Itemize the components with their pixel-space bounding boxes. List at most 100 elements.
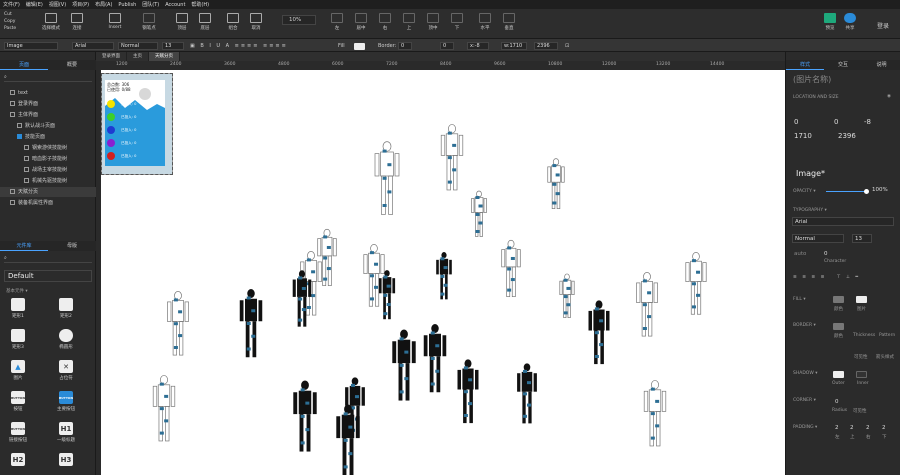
border-input[interactable]: 0 [398,42,412,50]
char-spacing-value[interactable]: 0 [824,251,828,257]
w-input[interactable]: w:1710 [501,42,527,50]
text-align-buttons[interactable]: ≡ ≡ ≡ ≡ ⊤ ⊥ ═ [793,275,860,280]
font-weight-select[interactable]: Normal [118,42,158,50]
select-mode-button[interactable]: 选择模式 [40,13,62,31]
preview-button[interactable]: 预览 [819,13,841,31]
section-header[interactable]: 基本元件 ▾ [6,288,28,294]
text-style-buttons[interactable]: ▣ B I U A ≡≡≡≡ ≡≡≡≡ [190,43,288,49]
share-button[interactable]: 共享 [839,13,861,31]
padding-bottom[interactable]: 2 [882,425,886,431]
widget-item[interactable]: 矩形1 [8,298,28,319]
page-item[interactable]: 战场主宰技能树 [0,165,96,175]
widget-item[interactable]: 矩形2 [56,298,76,319]
font-family-field[interactable]: Arial [792,217,894,226]
menu-item-5[interactable]: Publish [118,2,136,8]
font-family-select[interactable]: Arial [72,42,114,50]
bring-top-button[interactable]: 顶层 [171,13,193,31]
send-bottom-button[interactable]: 底层 [194,13,216,31]
widget-item[interactable]: BUTTON 链接按钮 [8,422,28,443]
lock-icon[interactable]: ⊡ [565,43,569,49]
fill-color-swatch[interactable] [833,296,844,303]
menu-item-1[interactable]: 编辑(E) [26,1,43,8]
widget-item[interactable]: 椭圆形 [56,329,76,350]
height-value[interactable]: 2396 [838,132,856,140]
widget-item[interactable]: 矩形3 [8,329,28,350]
widget-item[interactable]: ▲ 图片 [8,360,28,381]
zoom-select[interactable]: 10% [282,15,316,25]
ungroup-button[interactable]: 取消 [245,13,267,31]
tab-outline[interactable]: 概要 [48,60,96,70]
opacity-value[interactable]: 100% [872,187,888,193]
menu-item-4[interactable]: 布局(A) [95,1,112,8]
h-input[interactable]: 2396 [534,42,558,50]
connect-button[interactable]: 连接 [66,13,88,31]
element-type-select[interactable]: Image [4,42,58,50]
widget-item[interactable]: H3 [56,453,76,468]
page-item[interactable]: 机械先驱技能树 [0,176,96,186]
fill-image-swatch[interactable] [856,296,867,303]
x-input[interactable]: x:-8 [467,42,489,50]
widget-item[interactable]: H1 一级标题 [56,422,76,443]
page-item[interactable]: 技能页面 [0,132,96,142]
x-value[interactable]: 0 [794,118,798,126]
menu-item-6[interactable]: 团队(T) [142,1,159,8]
width-value[interactable]: 1710 [794,132,812,140]
login-link[interactable]: 登录 [877,21,889,30]
doc-tab-login[interactable]: 登录界面 [96,52,127,61]
opacity-handle[interactable] [864,189,869,194]
font-weight-field[interactable]: Normal [792,234,844,243]
corner-radius-value[interactable]: 0 [835,399,839,405]
distribute-h-button[interactable]: 水平 [474,13,496,31]
rotation-value[interactable]: -8 [864,118,871,126]
opacity-slider[interactable] [826,191,866,192]
menu-item-8[interactable]: 帮助(H) [191,1,209,8]
align-top-button[interactable]: 上 [398,13,420,31]
padding-right[interactable]: 2 [866,425,870,431]
font-size-field[interactable]: 13 [852,234,872,243]
tab-pages[interactable]: 页面 [0,60,48,70]
copy-button[interactable]: Copy [4,18,16,25]
library-select[interactable]: Default [4,270,92,282]
widget-item[interactable]: BUTTON 主要按钮 [56,391,76,412]
line-height-value[interactable]: auto [794,251,806,257]
padding-top[interactable]: 2 [850,425,854,431]
widget-item[interactable]: H2 [8,453,28,468]
tab-interactions[interactable]: 交互 [824,60,862,70]
eye-icon[interactable]: ◉ [887,94,891,99]
menu-item-3[interactable]: 项目(P) [72,1,89,8]
page-item[interactable]: 天赋分页 [0,187,96,197]
shadow-inner-swatch[interactable] [856,371,867,378]
group-button[interactable]: 组合 [222,13,244,31]
doc-tab-home[interactable]: 主页 [127,52,149,61]
align-right-button[interactable]: 右 [374,13,396,31]
library-search[interactable]: ⌕ [4,255,92,263]
paste-button[interactable]: Paste [4,25,16,32]
doc-tab-talent[interactable]: 天赋分页 [149,52,180,61]
insert-button[interactable]: Insert [104,13,126,30]
distribute-v-button[interactable]: 垂直 [498,13,520,31]
align-bottom-button[interactable]: 下 [446,13,468,31]
tab-masters[interactable]: 母版 [48,241,96,251]
page-item[interactable]: text [0,88,96,98]
font-size-input[interactable]: 13 [162,42,184,50]
tab-style[interactable]: 样式 [786,60,824,70]
page-item[interactable]: 钢索游侠技能树 [0,143,96,153]
cut-button[interactable]: Cut [4,11,16,18]
border2-input[interactable]: 0 [440,42,454,50]
align-middle-button[interactable]: 顶中 [422,13,444,31]
shadow-outer-swatch[interactable] [833,371,844,378]
artboard[interactable]: 总点数: 306 已使用: 0/88 已投入: 0 已投入: 0 已投入: 0 已投入… [101,70,785,475]
y-value[interactable]: 0 [834,118,838,126]
page-search[interactable]: ⌕ [4,74,92,82]
align-left-button[interactable]: 左 [326,13,348,31]
border-color-swatch[interactable] [833,323,844,330]
page-item[interactable]: 登录界面 [0,99,96,109]
tab-notes[interactable]: 说明 [862,60,900,70]
menu-item-2[interactable]: 视图(V) [49,1,66,8]
fill-swatch[interactable] [354,43,365,50]
talent-tree-image[interactable] [101,70,785,475]
align-center-button[interactable]: 居中 [350,13,372,31]
widget-item[interactable]: ✕ 占位符 [56,360,76,381]
tab-library[interactable]: 元件库 [0,241,48,251]
menu-item-7[interactable]: Account [165,2,185,8]
